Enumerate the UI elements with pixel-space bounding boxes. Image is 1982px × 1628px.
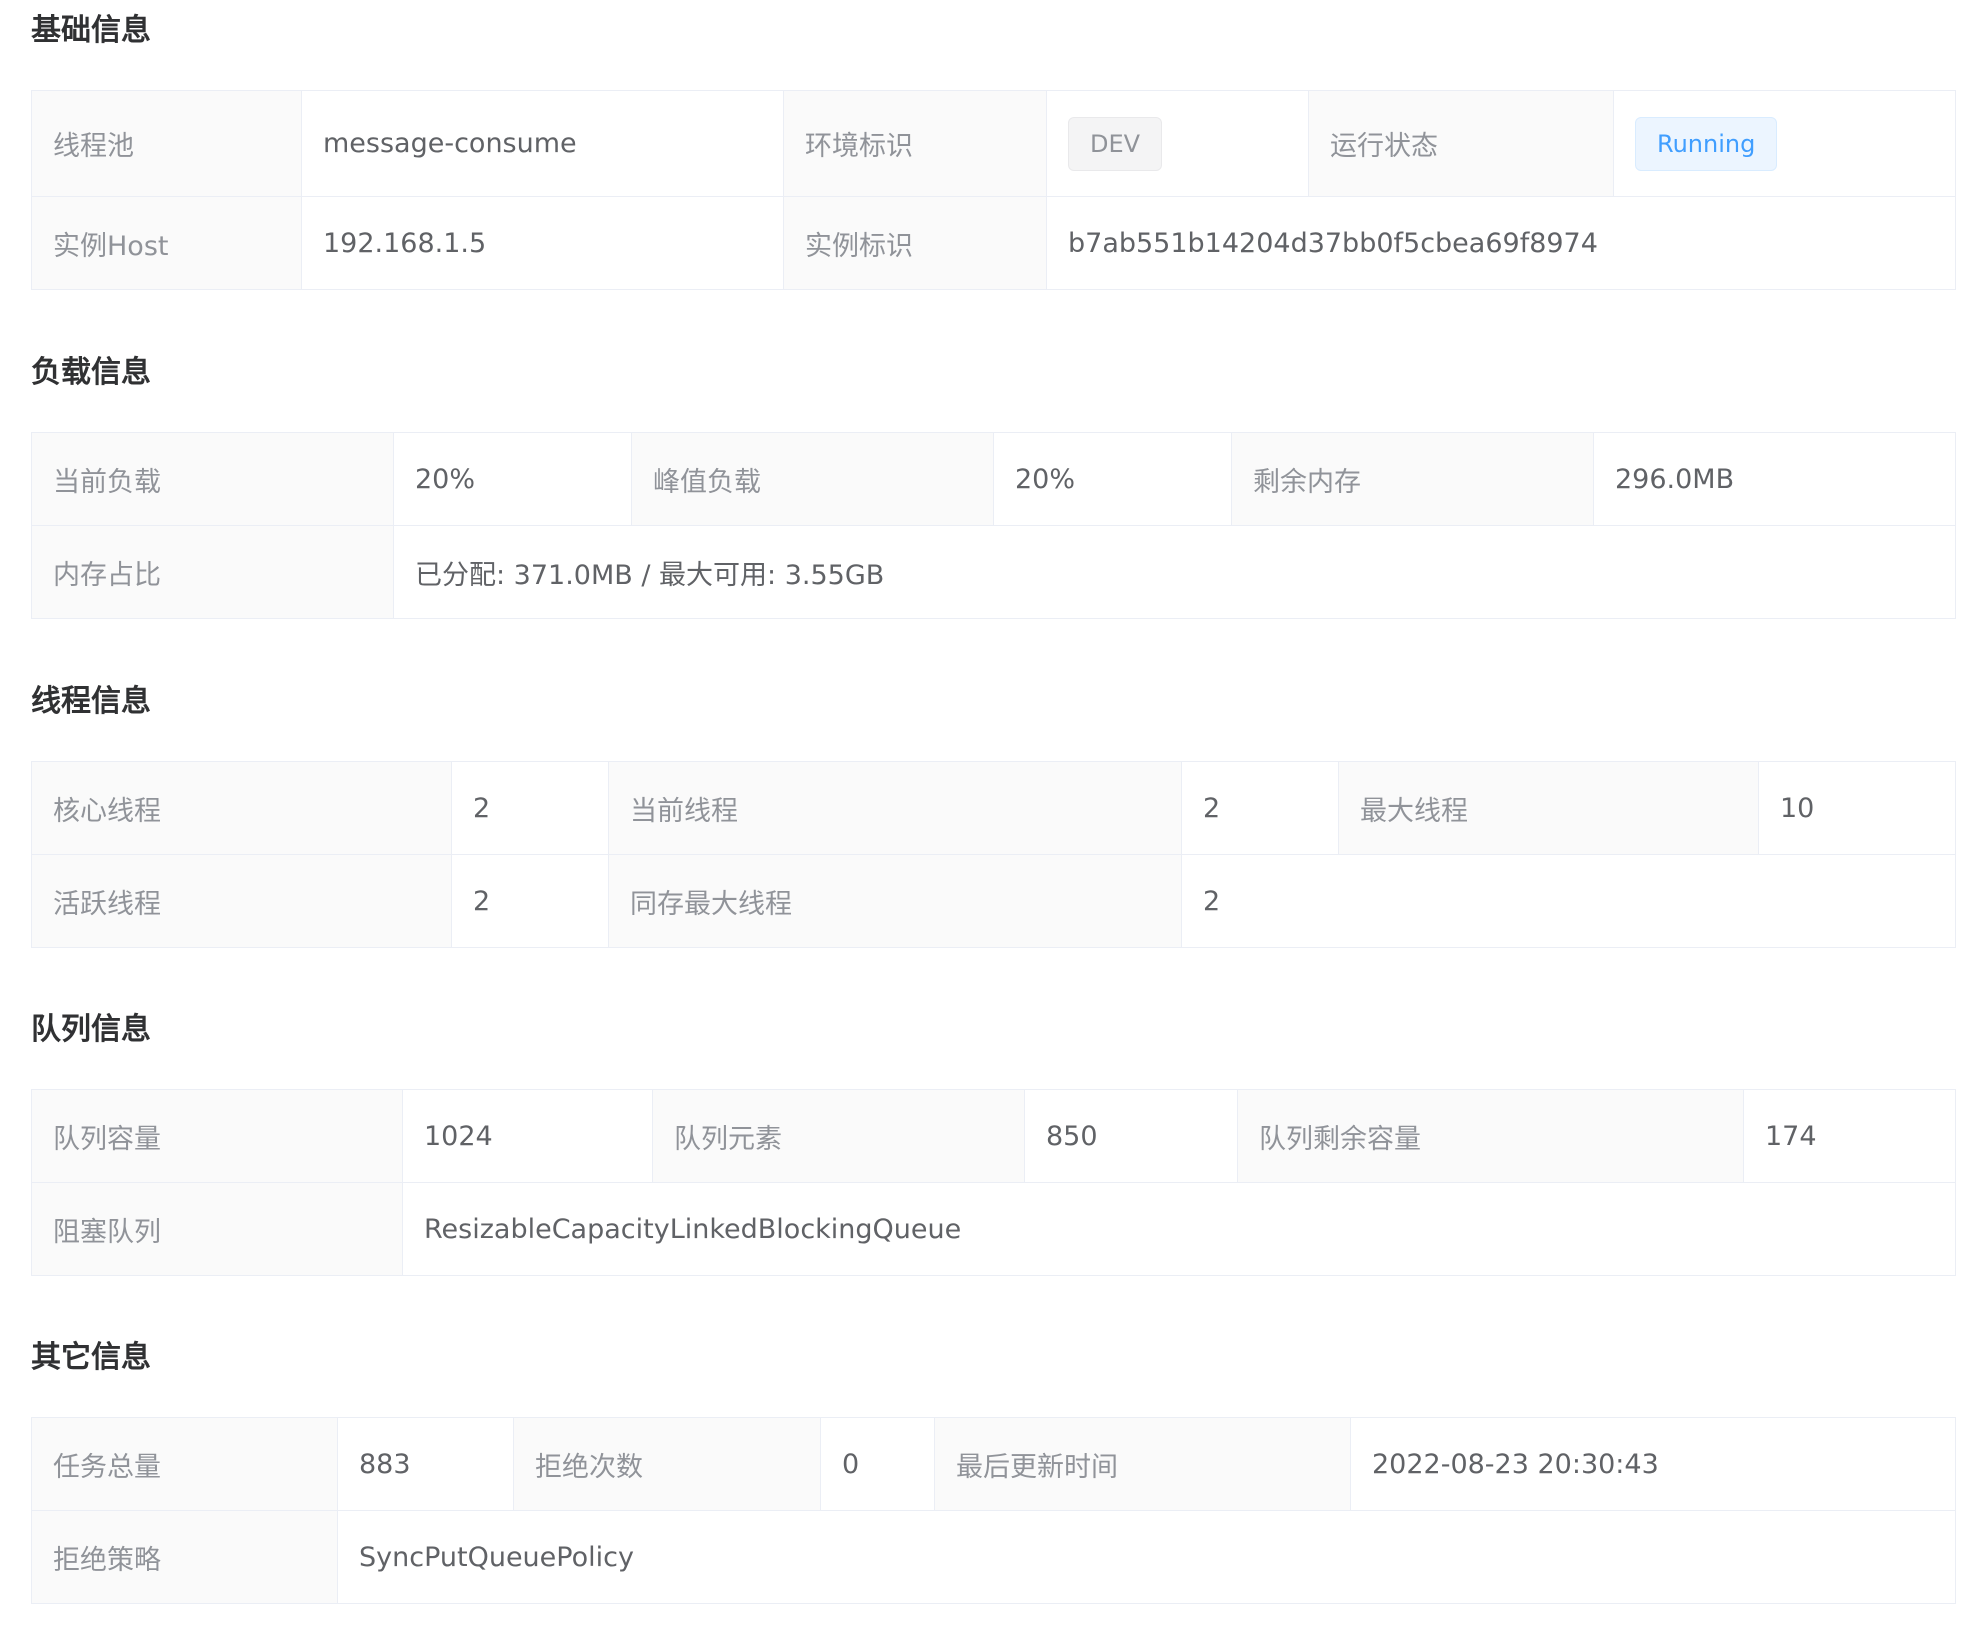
host-label: 实例Host: [31, 196, 302, 290]
queue-capacity-label: 队列容量: [31, 1089, 403, 1183]
table-row: 队列容量 1024 队列元素 850 队列剩余容量 174: [31, 1089, 1956, 1183]
pool-label: 线程池: [31, 90, 302, 197]
queue-capacity-value: 1024: [402, 1089, 653, 1183]
core-threads-value: 2: [451, 761, 609, 855]
status-cell: Running: [1613, 90, 1956, 197]
peak-load-label: 峰值负载: [631, 432, 994, 526]
current-load-label: 当前负载: [31, 432, 394, 526]
queue-info-table: 队列容量 1024 队列元素 850 队列剩余容量 174 阻塞队列 Resiz…: [31, 1089, 1956, 1276]
core-threads-label: 核心线程: [31, 761, 452, 855]
section-title-other: 其它信息: [31, 1340, 151, 1375]
free-memory-label: 剩余内存: [1231, 432, 1594, 526]
last-update-label: 最后更新时间: [934, 1417, 1351, 1511]
env-cell: DEV: [1046, 90, 1309, 197]
table-row: 实例Host 192.168.1.5 实例标识 b7ab551b14204d37…: [31, 196, 1956, 290]
memory-ratio-label: 内存占比: [31, 525, 394, 619]
table-row: 内存占比 已分配: 371.0MB / 最大可用: 3.55GB: [31, 525, 1956, 619]
table-row: 线程池 message-consume 环境标识 DEV 运行状态 Runnin…: [31, 90, 1956, 197]
env-tag: DEV: [1068, 116, 1163, 171]
current-threads-value: 2: [1181, 761, 1339, 855]
largest-threads-value: 2: [1181, 854, 1956, 948]
largest-threads-label: 同存最大线程: [608, 854, 1182, 948]
section-title-thread: 线程信息: [31, 684, 151, 719]
instance-label: 实例标识: [783, 196, 1047, 290]
queue-remaining-value: 174: [1743, 1089, 1956, 1183]
table-row: 拒绝策略 SyncPutQueuePolicy: [31, 1510, 1956, 1604]
max-threads-value: 10: [1758, 761, 1956, 855]
section-title-queue: 队列信息: [31, 1012, 151, 1047]
reject-policy-label: 拒绝策略: [31, 1510, 338, 1604]
current-threads-label: 当前线程: [608, 761, 1182, 855]
section-title-load: 负载信息: [31, 355, 151, 390]
basic-info-table: 线程池 message-consume 环境标识 DEV 运行状态 Runnin…: [31, 90, 1956, 290]
table-row: 核心线程 2 当前线程 2 最大线程 10: [31, 761, 1956, 855]
section-title-basic: 基础信息: [31, 13, 151, 48]
table-row: 当前负载 20% 峰值负载 20% 剩余内存 296.0MB: [31, 432, 1956, 526]
table-row: 活跃线程 2 同存最大线程 2: [31, 854, 1956, 948]
other-info-table: 任务总量 883 拒绝次数 0 最后更新时间 2022-08-23 20:30:…: [31, 1417, 1956, 1604]
status-label: 运行状态: [1308, 90, 1614, 197]
queue-remaining-label: 队列剩余容量: [1237, 1089, 1744, 1183]
queue-elements-value: 850: [1024, 1089, 1238, 1183]
memory-ratio-value: 已分配: 371.0MB / 最大可用: 3.55GB: [393, 525, 1956, 619]
active-threads-value: 2: [451, 854, 609, 948]
pool-value: message-consume: [301, 90, 784, 197]
task-total-label: 任务总量: [31, 1417, 338, 1511]
current-load-value: 20%: [393, 432, 632, 526]
blocking-queue-label: 阻塞队列: [31, 1182, 403, 1276]
host-value: 192.168.1.5: [301, 196, 784, 290]
last-update-value: 2022-08-23 20:30:43: [1350, 1417, 1956, 1511]
blocking-queue-value: ResizableCapacityLinkedBlockingQueue: [402, 1182, 1956, 1276]
reject-count-label: 拒绝次数: [513, 1417, 821, 1511]
peak-load-value: 20%: [993, 432, 1232, 526]
max-threads-label: 最大线程: [1338, 761, 1759, 855]
reject-policy-value: SyncPutQueuePolicy: [337, 1510, 1956, 1604]
env-label: 环境标识: [783, 90, 1047, 197]
instance-value: b7ab551b14204d37bb0f5cbea69f8974: [1046, 196, 1956, 290]
queue-elements-label: 队列元素: [652, 1089, 1025, 1183]
table-row: 阻塞队列 ResizableCapacityLinkedBlockingQueu…: [31, 1182, 1956, 1276]
thread-info-table: 核心线程 2 当前线程 2 最大线程 10 活跃线程 2 同存最大线程 2: [31, 761, 1956, 948]
reject-count-value: 0: [820, 1417, 935, 1511]
thread-pool-detail-page: 基础信息 线程池 message-consume 环境标识 DEV 运行状态 R…: [0, 0, 1982, 1628]
free-memory-value: 296.0MB: [1593, 432, 1956, 526]
task-total-value: 883: [337, 1417, 514, 1511]
status-badge: Running: [1635, 116, 1778, 171]
load-info-table: 当前负载 20% 峰值负载 20% 剩余内存 296.0MB 内存占比 已分配:…: [31, 432, 1956, 619]
table-row: 任务总量 883 拒绝次数 0 最后更新时间 2022-08-23 20:30:…: [31, 1417, 1956, 1511]
active-threads-label: 活跃线程: [31, 854, 452, 948]
